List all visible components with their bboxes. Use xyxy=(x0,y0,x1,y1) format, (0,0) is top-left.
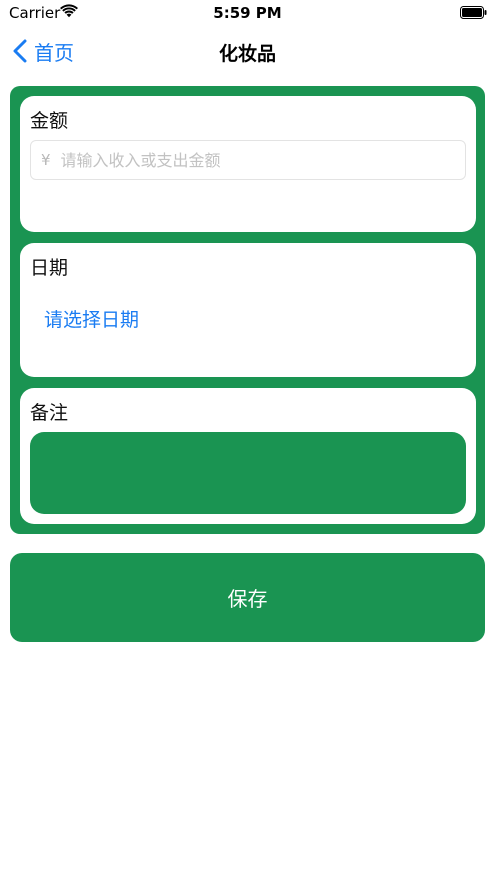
date-label: 日期 xyxy=(30,257,69,279)
amount-field[interactable]: ¥ xyxy=(30,140,466,180)
battery-icon xyxy=(460,6,487,19)
save-button[interactable]: 保存 xyxy=(10,553,485,642)
amount-input[interactable] xyxy=(58,149,443,171)
status-bar: Carrier 5:59 PM xyxy=(0,0,495,26)
note-card: 备注 xyxy=(20,388,476,524)
form-panel: 金额 ¥ 日期 请选择日期 备注 xyxy=(10,86,485,534)
page-title: 化妆品 xyxy=(218,43,276,65)
screen: Carrier 5:59 PM 首页 化妆品 金额 ¥ 请输入收入或支出金额 日… xyxy=(0,0,495,881)
note-label: 备注 xyxy=(30,402,69,424)
date-card: 日期 请选择日期 xyxy=(20,243,476,377)
status-time: 5:59 PM xyxy=(213,4,282,22)
amount-label: 金额 xyxy=(30,110,69,132)
date-picker-button[interactable]: 请选择日期 xyxy=(44,305,139,332)
amount-card: 金额 ¥ xyxy=(20,96,476,232)
currency-symbol: ¥ xyxy=(41,151,51,169)
note-textarea[interactable] xyxy=(30,432,466,514)
navigation-bar: 首页 化妆品 xyxy=(0,26,495,76)
